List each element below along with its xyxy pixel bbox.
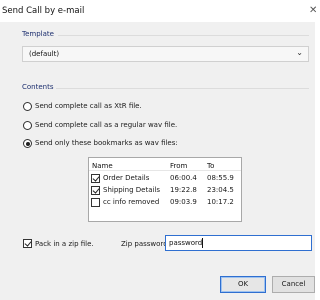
bookmark-name: cc info removed [103, 198, 160, 206]
bookmark-name: Shipping Details [103, 186, 161, 194]
pack-zip-checkbox[interactable] [23, 239, 32, 248]
bookmark-checkbox[interactable] [91, 174, 100, 183]
bookmark-from: 19:22.8 [170, 186, 197, 194]
window-title: Send Call by e-mail [2, 6, 85, 16]
text-caret [202, 238, 203, 248]
bookmark-to: 23:04.5 [207, 186, 234, 194]
bookmark-from: 06:00.4 [170, 174, 197, 182]
zip-password-value: password [169, 239, 203, 247]
zip-password-label: Zip password: [121, 240, 170, 248]
bookmark-checkbox[interactable] [91, 186, 100, 195]
contents-group-label: Contents [22, 83, 54, 91]
close-icon[interactable]: ✕ [309, 5, 317, 16]
chevron-down-icon: ⌄ [296, 48, 303, 57]
radio-send-wav-label[interactable]: Send complete call as a regular wav file… [35, 121, 177, 129]
col-header-name[interactable]: Name [92, 162, 113, 170]
bookmark-from: 09:03.9 [170, 198, 197, 206]
template-group-label: Template [22, 30, 54, 38]
contents-divider [56, 88, 309, 89]
bookmark-name: Order Details [103, 174, 150, 182]
pack-zip-label[interactable]: Pack in a zip file. [35, 240, 94, 248]
radio-send-xtr[interactable] [23, 102, 32, 111]
cancel-button[interactable]: Cancel [272, 276, 315, 293]
template-divider [58, 35, 309, 36]
col-header-from[interactable]: From [170, 162, 187, 170]
radio-send-bookmarks-label[interactable]: Send only these bookmarks as wav files: [35, 139, 178, 147]
bookmark-to: 10:17.2 [207, 198, 234, 206]
table-header-divider [89, 170, 241, 171]
radio-send-wav[interactable] [23, 121, 32, 130]
ok-button[interactable]: OK [220, 276, 266, 293]
template-select[interactable]: (default) ⌄ [22, 46, 309, 62]
radio-send-xtr-label[interactable]: Send complete call as XtR file. [35, 102, 142, 110]
col-header-to[interactable]: To [207, 162, 214, 170]
template-select-value: (default) [29, 50, 60, 58]
bookmark-checkbox[interactable] [91, 198, 100, 207]
bookmark-to: 08:55.9 [207, 174, 234, 182]
radio-send-bookmarks[interactable] [23, 139, 32, 148]
zip-password-input[interactable]: password [165, 235, 312, 251]
